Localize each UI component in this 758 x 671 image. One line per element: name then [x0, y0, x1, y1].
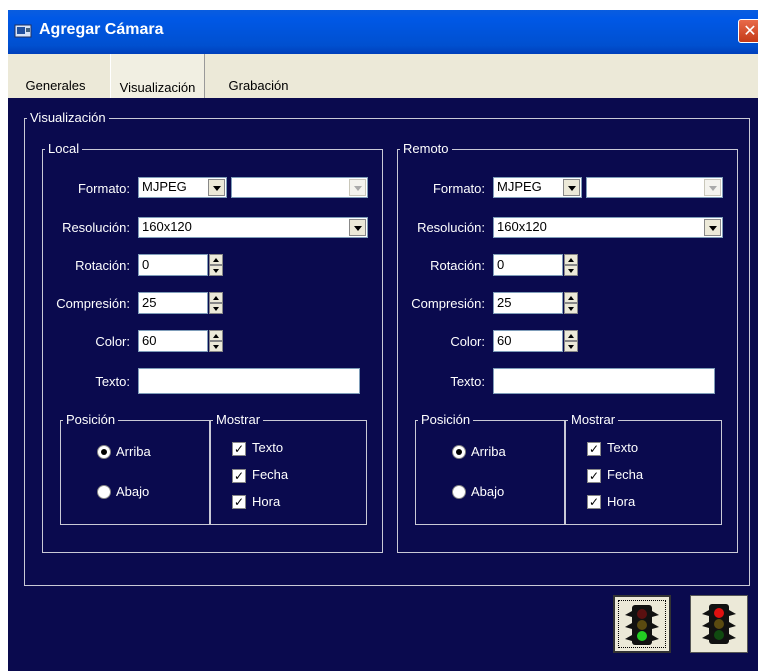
- accept-traffic-light-button[interactable]: [613, 595, 671, 653]
- remoto-resolucion-label: Resolución:: [417, 220, 485, 235]
- remoto-rotacion-label: Rotación:: [430, 258, 485, 273]
- title-bar[interactable]: Agregar Cámara ✕: [8, 10, 758, 54]
- local-formato-extra-select: [231, 177, 368, 198]
- remoto-group-title: Remoto: [400, 141, 452, 156]
- close-button[interactable]: ✕: [738, 19, 758, 43]
- spin-down-icon[interactable]: [564, 341, 578, 352]
- local-color-input[interactable]: 60: [138, 330, 208, 352]
- local-resolucion-select[interactable]: 160x120: [138, 217, 368, 238]
- local-mostrar-texto-label: Texto: [252, 440, 284, 455]
- remoto-rotacion-input[interactable]: 0: [493, 254, 563, 276]
- spin-down-icon[interactable]: [209, 265, 223, 276]
- chevron-down-icon[interactable]: [349, 219, 366, 236]
- chevron-down-icon[interactable]: [208, 179, 225, 196]
- remoto-hora-checkbox[interactable]: ✓: [587, 495, 601, 509]
- traffic-light-red-icon: [702, 604, 736, 644]
- spin-down-icon[interactable]: [209, 303, 223, 314]
- local-texto-input[interactable]: [138, 368, 360, 394]
- local-posicion-title: Posición: [63, 412, 119, 427]
- local-color-label: Color:: [95, 334, 130, 349]
- remoto-color-input[interactable]: 60: [493, 330, 563, 352]
- remoto-rotacion-stepper[interactable]: [564, 254, 578, 276]
- local-abajo-label: Abajo: [116, 484, 150, 499]
- local-mostrar-hora-label: Hora: [252, 494, 281, 509]
- traffic-light-green-icon: [625, 605, 659, 645]
- chevron-down-icon: [349, 179, 366, 196]
- local-texto-checkbox[interactable]: ✓: [232, 442, 246, 456]
- remoto-arriba-label: Arriba: [471, 444, 506, 459]
- spin-up-icon[interactable]: [209, 330, 223, 341]
- spin-down-icon[interactable]: [564, 265, 578, 276]
- chevron-down-icon[interactable]: [563, 179, 580, 196]
- local-resolucion-label: Resolución:: [62, 220, 130, 235]
- remoto-fecha-checkbox[interactable]: ✓: [587, 469, 601, 483]
- camera-app-icon: [14, 24, 32, 38]
- remoto-mostrar-texto-label: Texto: [607, 440, 639, 455]
- local-hora-checkbox[interactable]: ✓: [232, 495, 246, 509]
- local-arriba-radio[interactable]: [97, 445, 111, 459]
- remoto-posicion-group: Posición: [415, 412, 565, 525]
- local-rotacion-label: Rotación:: [75, 258, 130, 273]
- spin-down-icon[interactable]: [209, 341, 223, 352]
- local-formato-label: Formato:: [77, 181, 130, 196]
- remoto-formato-label: Formato:: [432, 181, 485, 196]
- local-rotacion-input[interactable]: 0: [138, 254, 208, 276]
- dialog-window: Agregar Cámara ✕ Generales Visualización…: [8, 10, 758, 671]
- local-rotacion-stepper[interactable]: [209, 254, 223, 276]
- tab-grabacion[interactable]: Grabación: [211, 58, 306, 98]
- remoto-compresion-input[interactable]: 25: [493, 292, 563, 314]
- remoto-abajo-radio[interactable]: [452, 485, 466, 499]
- remoto-compresion-label: Compresión:: [411, 296, 485, 311]
- spin-down-icon[interactable]: [564, 303, 578, 314]
- remoto-mostrar-fecha-label: Fecha: [607, 467, 644, 482]
- tab-generales[interactable]: Generales: [8, 58, 103, 98]
- visualizacion-group-title: Visualización: [27, 110, 109, 125]
- remoto-posicion-title: Posición: [418, 412, 474, 427]
- remoto-formato-extra-select: [586, 177, 723, 198]
- remoto-color-stepper[interactable]: [564, 330, 578, 352]
- remoto-mostrar-title: Mostrar: [568, 412, 619, 427]
- spin-up-icon[interactable]: [209, 254, 223, 265]
- spin-up-icon[interactable]: [564, 254, 578, 265]
- local-posicion-group: Posición: [60, 412, 210, 525]
- spin-up-icon[interactable]: [564, 330, 578, 341]
- local-formato-select[interactable]: MJPEG: [138, 177, 227, 198]
- local-fecha-checkbox[interactable]: ✓: [232, 469, 246, 483]
- local-color-stepper[interactable]: [209, 330, 223, 352]
- chevron-down-icon[interactable]: [704, 219, 721, 236]
- remoto-arriba-radio[interactable]: [452, 445, 466, 459]
- cancel-traffic-light-button[interactable]: [690, 595, 748, 653]
- remoto-texto-label: Texto:: [450, 374, 485, 389]
- local-compresion-input[interactable]: 25: [138, 292, 208, 314]
- remoto-abajo-label: Abajo: [471, 484, 505, 499]
- remoto-color-label: Color:: [450, 334, 485, 349]
- local-group-title: Local: [45, 141, 83, 156]
- local-texto-label: Texto:: [95, 374, 130, 389]
- remoto-compresion-stepper[interactable]: [564, 292, 578, 314]
- spin-up-icon[interactable]: [564, 292, 578, 303]
- remoto-resolucion-select[interactable]: 160x120: [493, 217, 723, 238]
- remoto-texto-checkbox[interactable]: ✓: [587, 442, 601, 456]
- local-compresion-label: Compresión:: [56, 296, 130, 311]
- tab-visualizacion[interactable]: Visualización: [110, 54, 205, 98]
- window-title: Agregar Cámara: [39, 21, 164, 38]
- remoto-mostrar-hora-label: Hora: [607, 494, 636, 509]
- spin-up-icon[interactable]: [209, 292, 223, 303]
- tab-strip: Generales Visualización Grabación: [8, 54, 758, 98]
- local-mostrar-fecha-label: Fecha: [252, 467, 289, 482]
- remoto-formato-select[interactable]: MJPEG: [493, 177, 582, 198]
- local-arriba-label: Arriba: [116, 444, 151, 459]
- remoto-texto-input[interactable]: [493, 368, 715, 394]
- local-mostrar-title: Mostrar: [213, 412, 264, 427]
- chevron-down-icon: [704, 179, 721, 196]
- local-abajo-radio[interactable]: [97, 485, 111, 499]
- local-compresion-stepper[interactable]: [209, 292, 223, 314]
